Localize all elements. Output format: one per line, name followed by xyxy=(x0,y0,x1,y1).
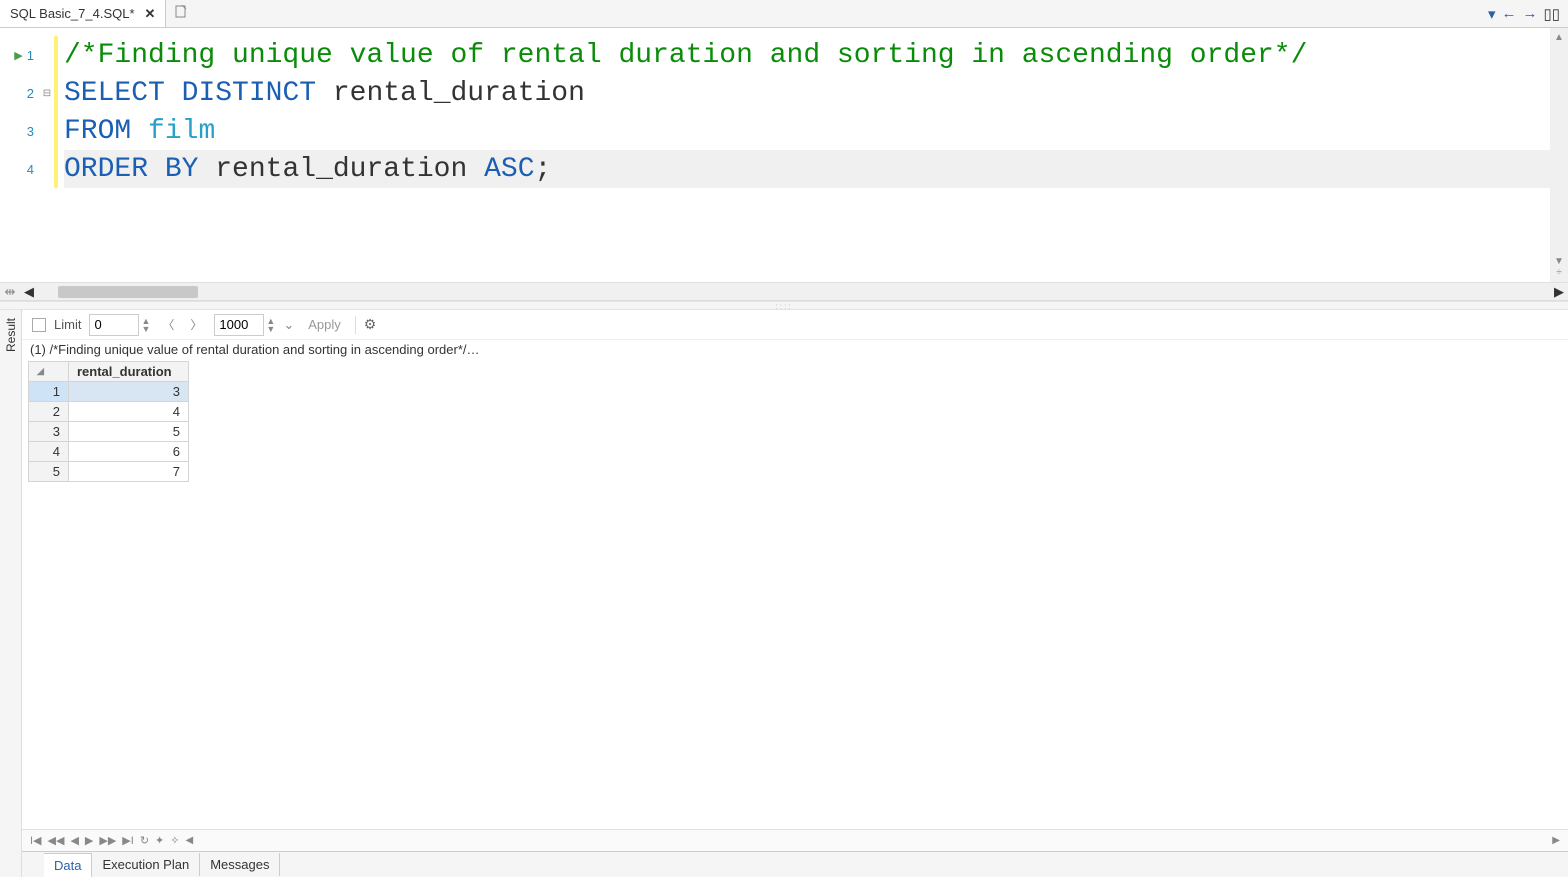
result-grid[interactable]: rental_duration 1 3 2 4 3 5 xyxy=(28,361,189,482)
table-row[interactable]: 1 3 xyxy=(29,382,189,402)
limit-label: Limit xyxy=(54,317,81,332)
code-line[interactable]: /*Finding unique value of rental duratio… xyxy=(64,36,1550,74)
gear-icon[interactable]: ⚙ xyxy=(364,316,377,333)
nav-scrollbar[interactable]: ◀ ▶ xyxy=(185,835,1560,846)
result-body: Limit ▲▼ 〈 〉 ▲▼ ⌄ Apply ⚙ (1) /*Finding … xyxy=(22,310,1568,877)
file-tab-title: SQL Basic_7_4.SQL* xyxy=(10,6,135,21)
grid-nav-bar: I◀ ◀◀ ◀ ▶ ▶▶ ▶I ↻ ✦ ✧ ◀ ▶ xyxy=(22,829,1568,851)
tab-data[interactable]: Data xyxy=(44,853,92,877)
code-line[interactable]: FROM film xyxy=(64,112,1550,150)
top-right-toolbar: ▾ ← → ▯▯ xyxy=(1488,5,1568,23)
panel-splitter[interactable]: :::: xyxy=(0,301,1568,310)
apply-button[interactable]: Apply xyxy=(302,315,347,334)
cell[interactable]: 7 xyxy=(69,462,189,482)
table-row[interactable]: 3 5 xyxy=(29,422,189,442)
layout-icon[interactable]: ▯▯ xyxy=(1543,5,1560,23)
sql-editor: 1 2 3 4 ⊟ /*Finding unique value of rent… xyxy=(0,28,1568,283)
scroll-up-icon[interactable]: ▲ xyxy=(1554,32,1564,43)
cell[interactable]: 4 xyxy=(69,402,189,422)
line-number: 3 xyxy=(0,112,40,150)
dropdown-icon[interactable]: ⌄ xyxy=(283,317,294,333)
scroll-left-icon[interactable]: ◀ xyxy=(20,284,38,300)
row-header[interactable] xyxy=(29,362,69,382)
dropdown-icon[interactable]: ▾ xyxy=(1488,5,1496,23)
code-line[interactable]: ORDER BY rental_duration ASC; xyxy=(64,150,1550,188)
row-number: 1 xyxy=(29,382,69,402)
tab-messages[interactable]: Messages xyxy=(200,853,280,876)
table-row[interactable]: 5 7 xyxy=(29,462,189,482)
split-h-icon[interactable]: ⇹ xyxy=(0,284,20,300)
file-tab[interactable]: SQL Basic_7_4.SQL* ✕ xyxy=(0,0,166,27)
scroll-thumb[interactable] xyxy=(58,286,198,298)
limit-checkbox[interactable] xyxy=(32,318,46,332)
wand-icon[interactable]: ✧ xyxy=(170,834,179,847)
fold-spacer xyxy=(40,36,54,74)
scroll-track[interactable] xyxy=(38,285,1550,299)
scroll-down-icon[interactable]: ▼ xyxy=(1554,256,1564,267)
fold-column: ⊟ xyxy=(40,28,54,282)
table-row[interactable]: 4 6 xyxy=(29,442,189,462)
back-icon[interactable]: ← xyxy=(1501,5,1516,22)
code-line[interactable]: SELECT DISTINCT rental_duration xyxy=(64,74,1550,112)
tab-bar: SQL Basic_7_4.SQL* ✕ ▾ ← → ▯▯ xyxy=(0,0,1568,28)
row-number: 4 xyxy=(29,442,69,462)
forward-icon[interactable]: → xyxy=(1522,5,1537,22)
row-number: 2 xyxy=(29,402,69,422)
line-number: 2 xyxy=(0,74,40,112)
prev-page-icon[interactable]: ◀◀ xyxy=(48,834,65,847)
line-number: 4 xyxy=(0,150,40,188)
spin-down-icon[interactable]: ▼ xyxy=(266,325,275,333)
scroll-right-icon[interactable]: ▶ xyxy=(1552,835,1560,846)
scroll-right-icon[interactable]: ▶ xyxy=(1550,284,1568,300)
scroll-left-icon[interactable]: ◀ xyxy=(185,835,193,846)
separator xyxy=(355,316,356,334)
refresh-icon[interactable]: ↻ xyxy=(140,834,149,847)
cell[interactable]: 3 xyxy=(69,382,189,402)
row-number: 5 xyxy=(29,462,69,482)
query-summary: (1) /*Finding unique value of rental dur… xyxy=(22,340,1568,361)
prev-page-icon[interactable]: 〈 xyxy=(158,316,178,333)
last-icon[interactable]: ▶I xyxy=(122,834,134,847)
new-tab-icon[interactable] xyxy=(166,5,196,22)
result-grid-wrap: rental_duration 1 3 2 4 3 5 xyxy=(22,361,1568,829)
result-tab-label: Result xyxy=(4,318,18,352)
spin-down-icon[interactable]: ▼ xyxy=(141,325,150,333)
close-tab-icon[interactable]: ✕ xyxy=(145,6,156,22)
line-number: 1 xyxy=(0,36,40,74)
prev-icon[interactable]: ◀ xyxy=(70,834,78,847)
code-area[interactable]: /*Finding unique value of rental duratio… xyxy=(58,28,1550,282)
split-v-icon[interactable]: ÷ xyxy=(1556,267,1562,278)
next-page-icon[interactable]: 〉 xyxy=(186,316,206,333)
next-icon[interactable]: ▶ xyxy=(85,834,93,847)
first-icon[interactable]: I◀ xyxy=(30,834,42,847)
pagesize-input[interactable] xyxy=(214,314,264,336)
table-row[interactable]: 2 4 xyxy=(29,402,189,422)
cell[interactable]: 5 xyxy=(69,422,189,442)
next-page-icon[interactable]: ▶▶ xyxy=(99,834,116,847)
row-number: 3 xyxy=(29,422,69,442)
editor-horizontal-scrollbar[interactable]: ⇹ ◀ ▶ xyxy=(0,283,1568,301)
bottom-tabs: Data Execution Plan Messages xyxy=(22,851,1568,877)
result-toolbar: Limit ▲▼ 〈 〉 ▲▼ ⌄ Apply ⚙ xyxy=(22,310,1568,340)
cell[interactable]: 6 xyxy=(69,442,189,462)
tab-execution-plan[interactable]: Execution Plan xyxy=(92,853,200,876)
column-header[interactable]: rental_duration xyxy=(69,362,189,382)
result-vertical-tab[interactable]: Result xyxy=(0,310,22,877)
fold-toggle-icon[interactable]: ⊟ xyxy=(40,74,54,112)
editor-vertical-scrollbar[interactable]: ▲ ▼ ÷ xyxy=(1550,28,1568,282)
result-panel: Result Limit ▲▼ 〈 〉 ▲▼ ⌄ Apply ⚙ (1) /*F… xyxy=(0,310,1568,877)
add-icon[interactable]: ✦ xyxy=(155,834,164,847)
line-gutter: 1 2 3 4 xyxy=(0,28,40,282)
limit-input[interactable] xyxy=(89,314,139,336)
